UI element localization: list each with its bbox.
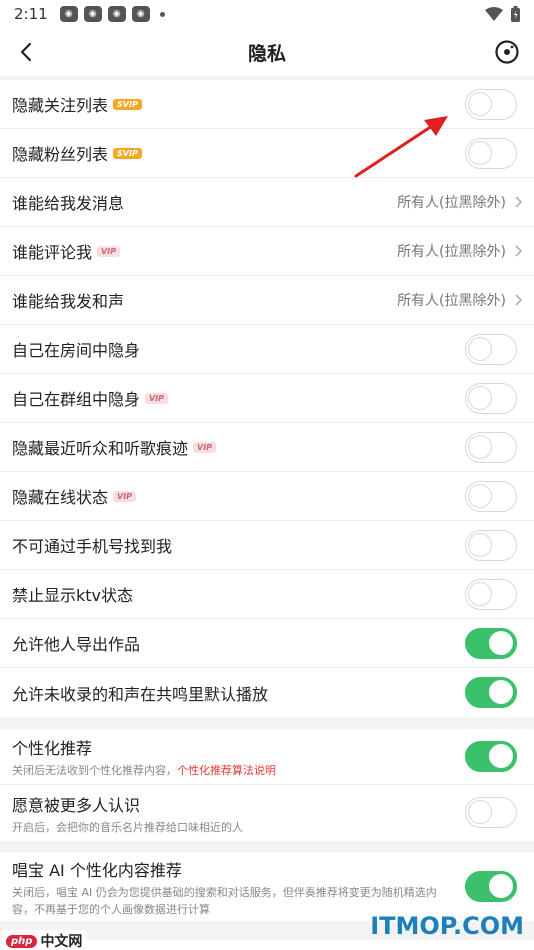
row-label: 禁止显示ktv状态 xyxy=(12,586,134,605)
chevron-right-icon xyxy=(515,196,523,208)
row-hide-ktv-status: 禁止显示ktv状态 xyxy=(0,570,534,619)
invisible-in-room-toggle[interactable] xyxy=(465,334,517,365)
vip-badge: VIP xyxy=(97,245,121,257)
algorithm-explanation-link[interactable]: 个性化推荐算法说明 xyxy=(177,764,276,777)
row-personalized-recommendation: 个性化推荐 关闭后无法收到个性化推荐内容，个性化推荐算法说明 xyxy=(0,729,534,785)
app-notification-icon: ◉ xyxy=(83,6,102,22)
row-label: 个性化推荐 xyxy=(12,739,93,758)
app-notification-icon: ◉ xyxy=(107,6,126,22)
notification-icons: ◉ ◉ ◉ ◉ xyxy=(59,6,165,22)
status-time: 2:11 xyxy=(14,5,48,23)
row-allow-export-works: 允许他人导出作品 xyxy=(0,619,534,668)
row-allow-default-play-harmony: 允许未收录的和声在共鸣里默认播放 xyxy=(0,668,534,717)
row-invisible-in-group: 自己在群组中隐身 VIP xyxy=(0,374,534,423)
row-label: 愿意被更多人认识 xyxy=(12,795,141,815)
row-known-by-more-people: 愿意被更多人认识 开启后，会把你的音乐名片推荐给口味相近的人 xyxy=(0,785,534,841)
vip-badge: VIP xyxy=(113,490,137,502)
hide-ktv-status-toggle[interactable] xyxy=(465,579,517,610)
row-label: 谁能给我发和声 xyxy=(12,292,125,311)
row-not-findable-by-phone: 不可通过手机号找到我 xyxy=(0,521,534,570)
hide-following-toggle[interactable] xyxy=(465,89,517,120)
app-notification-icon: ◉ xyxy=(131,6,150,22)
ai-settings-group: 唱宝 AI 个性化内容推荐 关闭后，唱宝 AI 仍会为您提供基础的搜索和对话服务… xyxy=(0,853,534,921)
php-watermark: php 中文网 xyxy=(2,930,87,950)
back-arrow-icon xyxy=(20,42,32,62)
page-title: 隐私 xyxy=(247,42,286,65)
row-hide-online-status: 隐藏在线状态 VIP xyxy=(0,472,534,521)
row-label: 隐藏最近听众和听歌痕迹 xyxy=(12,439,189,458)
allow-default-play-toggle[interactable] xyxy=(465,677,517,708)
row-label: 隐藏在线状态 xyxy=(12,488,109,507)
row-hide-following-list: 隐藏关注列表 SVIP xyxy=(0,80,534,129)
ai-personalized-content-toggle[interactable] xyxy=(465,871,517,902)
record-icon[interactable] xyxy=(494,39,520,65)
row-who-can-message[interactable]: 谁能给我发消息 所有人(拉黑除外) xyxy=(0,178,534,227)
vip-badge: VIP xyxy=(193,441,217,453)
invisible-in-group-toggle[interactable] xyxy=(465,383,517,414)
svip-badge: SVIP xyxy=(113,147,142,159)
setting-value: 所有人(拉黑除外) xyxy=(397,244,506,260)
header: 隐私 xyxy=(0,28,534,76)
hide-online-status-toggle[interactable] xyxy=(465,481,517,512)
row-invisible-in-room: 自己在房间中隐身 xyxy=(0,325,534,374)
row-description: 开启后，会把你的音乐名片推荐给口味相近的人 xyxy=(12,820,243,834)
chevron-right-icon xyxy=(515,294,523,306)
php-logo: php xyxy=(6,934,38,948)
svip-badge: SVIP xyxy=(113,98,142,110)
back-button[interactable] xyxy=(12,38,40,66)
hide-recent-listeners-toggle[interactable] xyxy=(465,432,517,463)
row-hide-recent-listeners: 隐藏最近听众和听歌痕迹 VIP xyxy=(0,423,534,472)
row-ai-personalized-content: 唱宝 AI 个性化内容推荐 关闭后，唱宝 AI 仍会为您提供基础的搜索和对话服务… xyxy=(0,853,534,921)
row-label: 允许他人导出作品 xyxy=(12,635,141,654)
row-hide-fans-list: 隐藏粉丝列表 SVIP xyxy=(0,129,534,178)
battery-icon xyxy=(511,6,520,22)
known-by-more-people-toggle[interactable] xyxy=(465,797,517,828)
chevron-right-icon xyxy=(515,245,523,257)
row-label: 自己在房间中隐身 xyxy=(12,341,141,360)
php-cn-text: 中文网 xyxy=(40,934,83,950)
setting-value: 所有人(拉黑除外) xyxy=(397,195,506,211)
personalized-recommendation-toggle[interactable] xyxy=(465,741,517,772)
hide-fans-toggle[interactable] xyxy=(465,138,517,169)
allow-export-works-toggle[interactable] xyxy=(465,628,517,659)
status-bar: 2:11 ◉ ◉ ◉ ◉ xyxy=(0,0,534,28)
row-label: 谁能评论我 xyxy=(12,243,93,262)
more-notifications-dot xyxy=(159,11,165,17)
not-findable-by-phone-toggle[interactable] xyxy=(465,530,517,561)
recommendation-settings-group: 个性化推荐 关闭后无法收到个性化推荐内容，个性化推荐算法说明 愿意被更多人认识 … xyxy=(0,729,534,841)
row-label: 不可通过手机号找到我 xyxy=(12,537,173,556)
site-watermark: ITMOP.COM xyxy=(370,912,524,940)
row-label: 自己在群组中隐身 xyxy=(12,390,141,409)
row-who-can-comment[interactable]: 谁能评论我 VIP 所有人(拉黑除外) xyxy=(0,227,534,276)
desc-text: 关闭后无法收到个性化推荐内容， xyxy=(12,764,177,777)
row-who-can-send-harmony[interactable]: 谁能给我发和声 所有人(拉黑除外) xyxy=(0,276,534,325)
row-description: 关闭后无法收到个性化推荐内容，个性化推荐算法说明 xyxy=(12,762,522,778)
row-label: 隐藏粉丝列表 xyxy=(12,145,109,164)
wifi-icon xyxy=(485,7,503,21)
app-notification-icon: ◉ xyxy=(59,6,78,22)
row-label: 允许未收录的和声在共鸣里默认播放 xyxy=(12,684,269,704)
vip-badge: VIP xyxy=(145,392,169,404)
setting-value: 所有人(拉黑除外) xyxy=(397,293,506,309)
privacy-settings-group: 隐藏关注列表 SVIP 隐藏粉丝列表 SVIP 谁能给我发消息 所有人(拉黑除外… xyxy=(0,80,534,717)
row-label: 唱宝 AI 个性化内容推荐 xyxy=(12,860,182,880)
row-label: 隐藏关注列表 xyxy=(12,96,109,115)
row-label: 谁能给我发消息 xyxy=(12,194,125,213)
